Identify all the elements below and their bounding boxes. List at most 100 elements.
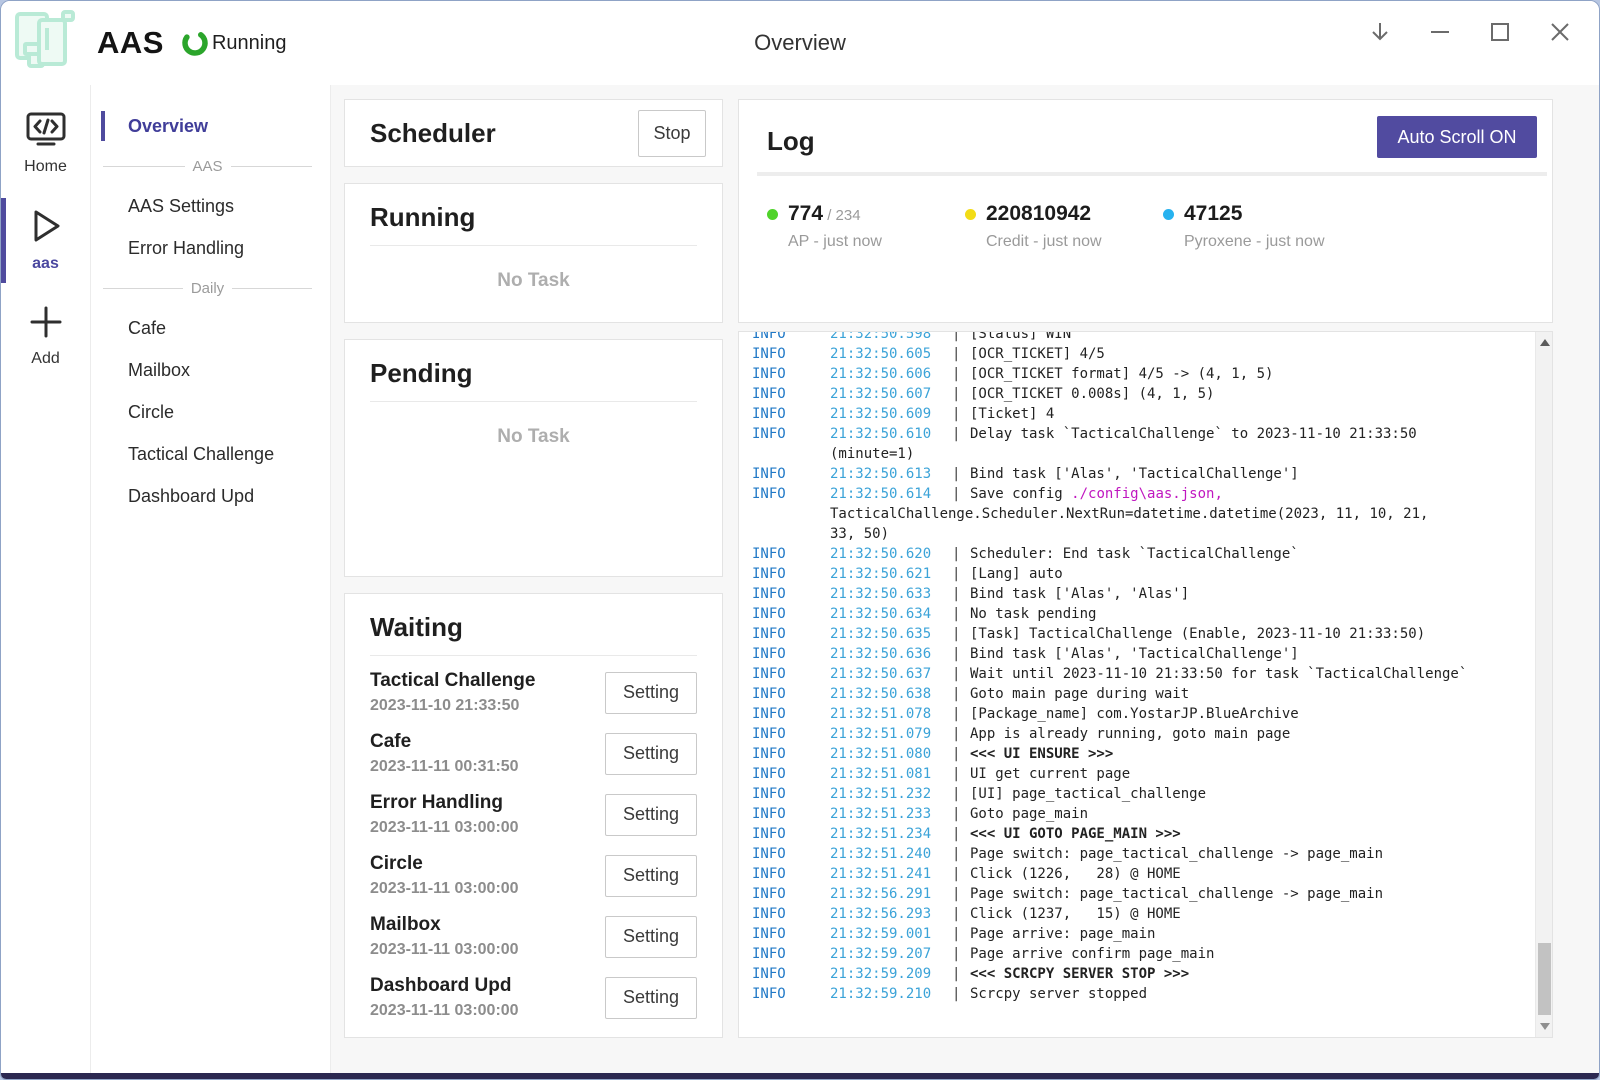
log-separator: |: [952, 724, 970, 744]
scrollbar-thumb[interactable]: [1538, 943, 1551, 1015]
rail-item-aas[interactable]: aas: [1, 198, 90, 283]
rail-item-home[interactable]: Home: [1, 103, 90, 186]
log-message: Click (1226, 28) @ HOME: [970, 864, 1181, 884]
waiting-task-name: Tactical Challenge: [370, 670, 535, 692]
log-timestamp: 21:32:50.613: [830, 464, 952, 484]
nav-item-error-handling[interactable]: Error Handling: [101, 227, 314, 269]
log-line: INFO21:32:50.606|[OCR_TICKET format] 4/5…: [752, 364, 1532, 384]
setting-button-cafe[interactable]: Setting: [605, 733, 697, 775]
close-button[interactable]: [1545, 19, 1575, 49]
log-message: [Task] TacticalChallenge (Enable, 2023-1…: [970, 624, 1425, 644]
arrow-down-button[interactable]: [1365, 19, 1395, 49]
log-message: Scrcpy server stopped: [970, 984, 1147, 1004]
log-separator: |: [952, 544, 970, 564]
log-line: INFO21:32:50.613|Bind task ['Alas', 'Tac…: [752, 464, 1532, 484]
log-timestamp: 21:32:50.598: [830, 331, 952, 344]
app-window: AAS Running Overview HomeaasAdd Overview…: [0, 0, 1600, 1080]
scrollbar-up-icon[interactable]: [1536, 334, 1553, 351]
log-level: INFO: [752, 824, 830, 844]
log-level: INFO: [752, 984, 830, 1004]
stop-button[interactable]: Stop: [638, 110, 706, 157]
main-area: Scheduler Stop Running No Task Pending N…: [331, 85, 1599, 1073]
log-separator: |: [952, 784, 970, 804]
log-separator: |: [952, 824, 970, 844]
log-timestamp: 21:32:50.636: [830, 644, 952, 664]
rail-item-label: Add: [1, 350, 90, 368]
log-separator: |: [952, 464, 970, 484]
log-level: INFO: [752, 844, 830, 864]
log-separator: |: [952, 984, 970, 1004]
log-timestamp: 21:32:59.207: [830, 944, 952, 964]
log-timestamp: 21:32:56.293: [830, 904, 952, 924]
nav-item-overview[interactable]: Overview: [101, 105, 314, 147]
log-message: Bind task ['Alas', 'TacticalChallenge']: [970, 644, 1299, 664]
waiting-task-circle: Circle2023-11-11 03:00:00Setting: [370, 845, 697, 906]
nav-item-cafe[interactable]: Cafe: [101, 307, 314, 349]
log-message: Bind task ['Alas', 'TacticalChallenge']: [970, 464, 1299, 484]
log-message: Wait until 2023-11-10 21:33:50 for task …: [970, 664, 1467, 684]
maximize-button[interactable]: [1485, 19, 1515, 49]
scrollbar-down-icon[interactable]: [1536, 1018, 1553, 1035]
nav-item-tactical-challenge[interactable]: Tactical Challenge: [101, 433, 314, 475]
log-line-continuation: 33, 50): [752, 524, 1532, 544]
log-line: INFO21:32:50.620|Scheduler: End task `Ta…: [752, 544, 1532, 564]
log-line: INFO21:32:51.080|<<< UI ENSURE >>>: [752, 744, 1532, 764]
setting-button-circle[interactable]: Setting: [605, 855, 697, 897]
maximize-icon: [1487, 19, 1513, 50]
log-message: [Package_name] com.YostarJP.BlueArchive: [970, 704, 1299, 724]
log-separator: |: [952, 964, 970, 984]
log-level: [752, 524, 830, 544]
log-timestamp: 21:32:59.209: [830, 964, 952, 984]
log-line: INFO21:32:50.634|No task pending: [752, 604, 1532, 624]
auto-scroll-toggle[interactable]: Auto Scroll ON: [1377, 116, 1537, 158]
log-message: Bind task ['Alas', 'Alas']: [970, 584, 1189, 604]
log-timestamp: 21:32:51.081: [830, 764, 952, 784]
log-message: [OCR_TICKET] 4/5: [970, 344, 1105, 364]
setting-button-error-handling[interactable]: Setting: [605, 794, 697, 836]
nav-item-circle[interactable]: Circle: [101, 391, 314, 433]
log-line: INFO21:32:59.209|<<< SCRCPY SERVER STOP …: [752, 964, 1532, 984]
nav-item-mailbox[interactable]: Mailbox: [101, 349, 314, 391]
log-message: (minute=1): [830, 444, 914, 464]
stat-dot-icon: [1163, 209, 1174, 220]
log-timestamp: 21:32:50.606: [830, 364, 952, 384]
log-separator: |: [952, 644, 970, 664]
log-separator: |: [952, 364, 970, 384]
setting-button-tactical-challenge[interactable]: Setting: [605, 672, 697, 714]
log-view[interactable]: INFO21:32:50.598|[Status] WININFO21:32:5…: [738, 331, 1553, 1038]
nav-item-label: AAS Settings: [128, 196, 234, 217]
setting-button-dashboard-upd[interactable]: Setting: [605, 977, 697, 1019]
log-line: INFO21:32:56.293|Click (1237, 15) @ HOME: [752, 904, 1532, 924]
log-message: [Status] WIN: [970, 331, 1071, 344]
waiting-task-mailbox: Mailbox2023-11-11 03:00:00Setting: [370, 906, 697, 967]
nav-item-aas-settings[interactable]: AAS Settings: [101, 185, 314, 227]
log-timestamp: 21:32:50.635: [830, 624, 952, 644]
minimize-button[interactable]: [1425, 19, 1455, 49]
divider: [370, 401, 697, 402]
nav-item-dashboard-upd[interactable]: Dashboard Upd: [101, 475, 314, 517]
log-level: INFO: [752, 684, 830, 704]
home-monitor-icon: [25, 111, 67, 154]
log-timestamp: 21:32:50.605: [830, 344, 952, 364]
log-level: INFO: [752, 404, 830, 424]
nav-menu: OverviewAASAAS SettingsError HandlingDai…: [91, 85, 331, 1073]
log-timestamp: 21:32:50.634: [830, 604, 952, 624]
log-message: Page switch: page_tactical_challenge -> …: [970, 884, 1383, 904]
log-level: INFO: [752, 764, 830, 784]
log-timestamp: 21:32:50.637: [830, 664, 952, 684]
log-separator: |: [952, 904, 970, 924]
log-scrollbar[interactable]: [1535, 332, 1552, 1037]
log-separator: |: [952, 924, 970, 944]
plus-icon: [27, 303, 65, 346]
nav-item-label: Cafe: [128, 318, 166, 339]
log-message: Page arrive: page_main: [970, 924, 1155, 944]
log-level: INFO: [752, 964, 830, 984]
setting-button-mailbox[interactable]: Setting: [605, 916, 697, 958]
log-separator: |: [952, 864, 970, 884]
log-message: Page arrive confirm page_main: [970, 944, 1214, 964]
nav-group-divider-aas: AAS: [101, 147, 314, 185]
log-message: <<< SCRCPY SERVER STOP >>>: [970, 964, 1189, 984]
app-status: Running: [212, 32, 287, 55]
stat-total: / 234: [823, 207, 861, 224]
rail-item-add[interactable]: Add: [1, 295, 90, 378]
